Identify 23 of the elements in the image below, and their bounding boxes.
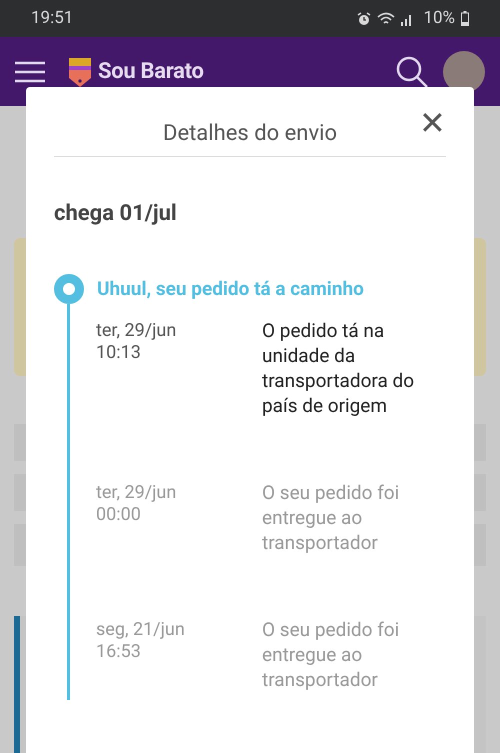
- alarm-icon: [357, 12, 372, 26]
- event-description: O pedido tá na unidade da transportadora do país de origem: [262, 318, 416, 418]
- event-date: ter, 29/jun: [96, 319, 178, 343]
- shipping-status: Uhuul, seu pedido tá a caminho: [97, 276, 364, 302]
- menu-icon[interactable]: [15, 60, 45, 82]
- arrival-date: chega 01/jul: [54, 200, 178, 228]
- wifi-icon: [377, 12, 396, 26]
- search-icon[interactable]: [395, 54, 429, 88]
- event-time: 00:00: [96, 503, 142, 527]
- event-time: 10:13: [96, 341, 142, 365]
- event-time: 16:53: [96, 640, 142, 664]
- battery-level: 10%: [423, 6, 455, 30]
- logo-text: Sou Barato: [98, 58, 204, 86]
- event-date: ter, 29/jun: [96, 481, 178, 505]
- dialog-title: Detalhes do envio: [163, 120, 337, 148]
- logo-icon: [67, 56, 93, 88]
- avatar[interactable]: [443, 50, 485, 92]
- clock: 19:51: [31, 6, 74, 30]
- event-description: O seu pedido foi entregue ao transportador: [262, 480, 400, 555]
- event-date: seg, 21/jun: [96, 618, 186, 642]
- event-description: O seu pedido foi entregue ao transportador: [262, 617, 400, 692]
- close-button[interactable]: ✕: [419, 107, 446, 139]
- battery-icon: [461, 11, 469, 26]
